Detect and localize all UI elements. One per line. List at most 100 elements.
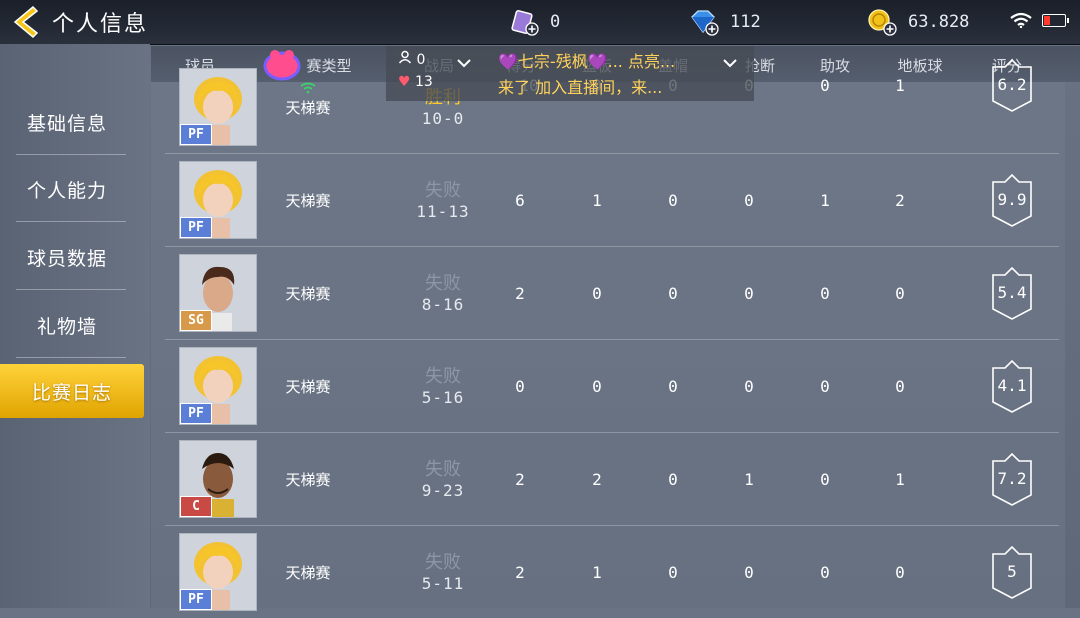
- sidebar-item-label: 基础信息: [26, 112, 107, 135]
- result-label: 失败: [425, 273, 461, 294]
- player-avatar: C: [179, 440, 257, 518]
- loose-balls-value: 0: [895, 283, 905, 303]
- match-type: 天梯赛: [285, 563, 331, 582]
- ticket-currency[interactable]: 0: [510, 8, 560, 36]
- steals-value: 0: [744, 562, 754, 582]
- live-signal-icon: [300, 82, 316, 94]
- like-count: ♥ 13: [398, 74, 433, 90]
- sidebar-item-label: 球员数据: [26, 247, 107, 270]
- blocks-value: 0: [668, 190, 678, 210]
- viewer-count-value: 0: [416, 52, 426, 68]
- loose-balls-value: 2: [895, 190, 905, 210]
- rebounds-value: 0: [592, 376, 602, 396]
- user-icon: [398, 50, 412, 64]
- gold-currency[interactable]: 63.828: [866, 8, 969, 36]
- match-result: 失败 8-16: [422, 269, 465, 314]
- match-result: 失败 9-23: [422, 455, 465, 500]
- rating-value: 4.1: [997, 376, 1027, 395]
- page-title: 个人信息: [52, 12, 149, 37]
- viewer-count: 0: [398, 50, 425, 68]
- sidebar-item-basic-info[interactable]: 基础信息: [8, 89, 126, 155]
- diamond-count: 112: [730, 12, 761, 32]
- steals-value: 1: [744, 469, 754, 489]
- loose-balls-value: 0: [895, 562, 905, 582]
- table-row[interactable]: PF 天梯赛 失败 11-13 6 1 0 0 1 2 9.9: [165, 154, 1059, 247]
- divider: [16, 154, 126, 155]
- back-button[interactable]: [6, 2, 46, 42]
- rating-value: 9.9: [997, 190, 1027, 209]
- match-type: 天梯赛: [285, 284, 331, 303]
- result-label: 失败: [425, 459, 461, 480]
- table-row[interactable]: PF 天梯赛 失败 5-11 2 1 0 0 0 0 5: [165, 526, 1059, 611]
- heart-icon: ♥: [398, 74, 411, 90]
- player-avatar: PF: [179, 68, 257, 146]
- sidebar-item-gift-wall[interactable]: 礼物墙: [8, 292, 126, 358]
- assists-value: 0: [820, 283, 830, 303]
- gold-count: 63.828: [908, 12, 970, 32]
- match-type: 天梯赛: [285, 470, 331, 489]
- live-chat-message: 💜七宗-残枫💜... 点亮...: [498, 52, 676, 71]
- chevron-down-icon[interactable]: [456, 58, 472, 68]
- rebounds-value: 1: [592, 190, 602, 210]
- rating-shield: 7.2: [991, 451, 1033, 507]
- steals-value: 0: [744, 283, 754, 303]
- table-row[interactable]: C 天梯赛 失败 9-23 2 2 0 1 0 1 7.2: [165, 433, 1059, 526]
- chevron-down-icon[interactable]: [722, 58, 738, 68]
- live-room-icon[interactable]: [262, 46, 302, 82]
- loose-balls-value: 0: [895, 376, 905, 396]
- rebounds-value: 1: [592, 562, 602, 582]
- points-value: 0: [515, 376, 525, 396]
- blocks-value: 0: [668, 283, 678, 303]
- rating-value: 6.2: [997, 75, 1027, 94]
- player-avatar: SG: [179, 254, 257, 332]
- points-value: 2: [515, 562, 525, 582]
- final-score: 8-16: [421, 295, 465, 314]
- back-arrow-icon: [13, 5, 39, 39]
- table-row[interactable]: PF 天梯赛 失败 5-16 0 0 0 0 0 0 4.1: [165, 340, 1059, 433]
- rating-value: 5.4: [997, 283, 1027, 302]
- blocks-value: 0: [668, 469, 678, 489]
- divider: [16, 221, 126, 222]
- sidebar: 基础信息 个人能力 球员数据 礼物墙 比赛日志: [0, 44, 150, 608]
- position-badge: PF: [180, 217, 212, 238]
- steals-value: 0: [744, 190, 754, 210]
- final-score: 5-16: [421, 388, 465, 407]
- diamond-currency[interactable]: 112: [688, 8, 761, 36]
- sidebar-item-label: 比赛日志: [31, 381, 112, 404]
- assists-value: 0: [820, 376, 830, 396]
- assists-value: 0: [820, 469, 830, 489]
- assists-value: 0: [820, 562, 830, 582]
- match-type: 天梯赛: [285, 191, 331, 210]
- player-avatar: PF: [179, 533, 257, 611]
- final-score: 5-11: [421, 574, 465, 593]
- rating-value: 7.2: [997, 469, 1027, 488]
- wifi-icon: [1010, 12, 1032, 28]
- assists-value: 1: [820, 190, 830, 210]
- battery-icon: [1042, 13, 1069, 27]
- rebounds-value: 2: [592, 469, 602, 489]
- rating-shield: 9.9: [991, 172, 1033, 228]
- loose-balls-value: 1: [895, 75, 905, 95]
- live-stream-overlay[interactable]: 0 ♥ 13 💜七宗-残枫💜... 点亮... 来了 加入直播间，来...: [386, 46, 754, 101]
- points-value: 6: [515, 190, 525, 210]
- system-status: [1010, 12, 1069, 28]
- final-score: 11-13: [416, 202, 470, 221]
- sidebar-item-match-log[interactable]: 比赛日志: [0, 364, 144, 418]
- sidebar-item-player-stats[interactable]: 球员数据: [8, 224, 126, 290]
- like-count-value: 13: [415, 74, 433, 90]
- position-badge: PF: [180, 403, 212, 424]
- ticket-count: 0: [550, 12, 561, 32]
- table-row[interactable]: SG 天梯赛 失败 8-16 2 0 0 0 0 0 5.4: [165, 247, 1059, 340]
- rating-shield: 4.1: [991, 358, 1033, 414]
- blocks-value: 0: [668, 562, 678, 582]
- match-result: 失败 5-11: [422, 548, 465, 593]
- sidebar-item-abilities[interactable]: 个人能力: [8, 156, 126, 222]
- top-bar: 个人信息 0 112 63.828: [0, 0, 1080, 45]
- divider: [16, 289, 126, 290]
- position-badge: C: [180, 496, 212, 517]
- loose-balls-value: 1: [895, 469, 905, 489]
- player-avatar: PF: [179, 347, 257, 425]
- match-result: 失败 5-16: [422, 362, 465, 407]
- rating-value: 5: [1007, 562, 1017, 581]
- result-label: 失败: [425, 366, 461, 387]
